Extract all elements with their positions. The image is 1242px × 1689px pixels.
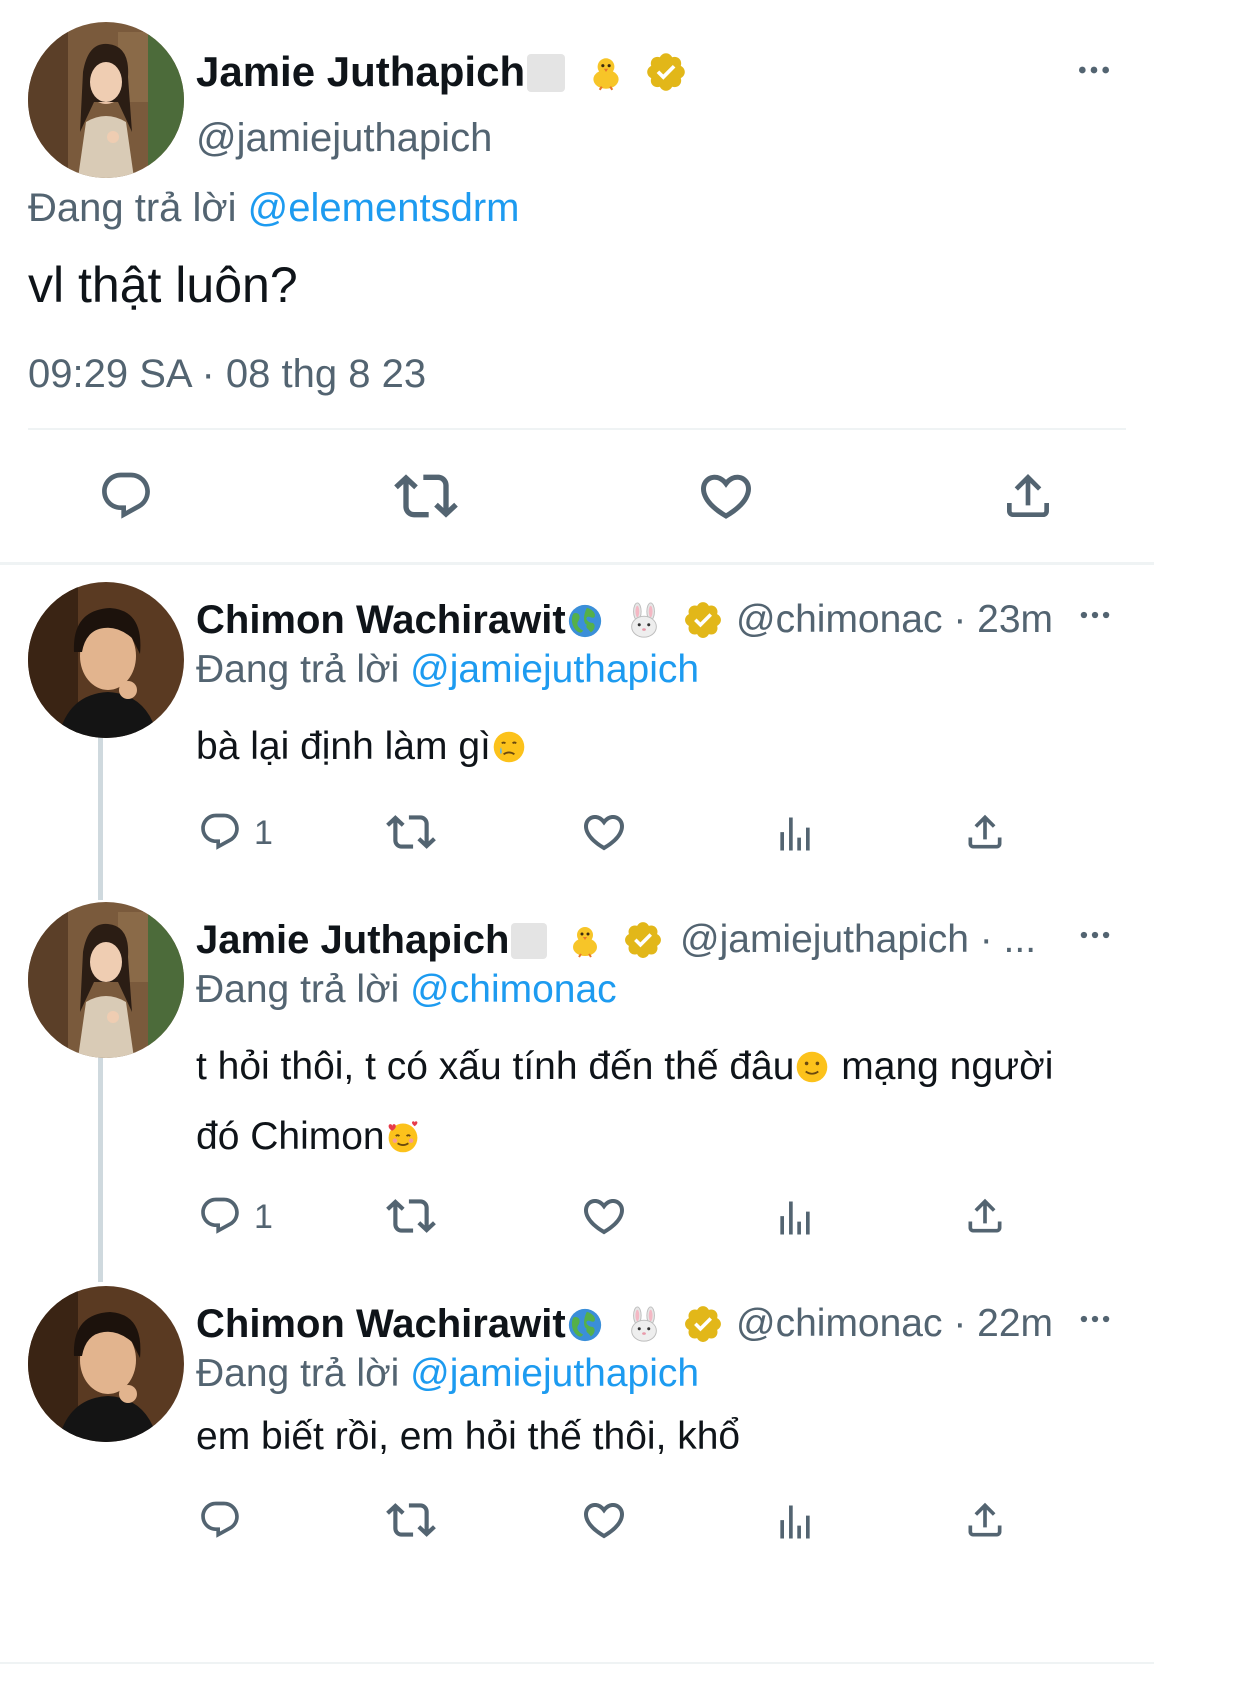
globe-emoji-icon — [566, 602, 604, 640]
like-icon[interactable] — [696, 466, 756, 526]
avatar[interactable] — [28, 582, 184, 738]
retweet-icon[interactable] — [394, 464, 458, 528]
smile-emoji-icon — [794, 1049, 830, 1085]
reply-icon[interactable] — [98, 468, 154, 524]
rabbit-emoji-icon — [625, 602, 663, 640]
thread-line — [98, 1050, 103, 1282]
verified-badge-icon — [682, 1303, 724, 1345]
share-icon[interactable] — [963, 1194, 1007, 1238]
verified-badge-icon — [622, 919, 664, 961]
crying-emoji-icon — [491, 729, 527, 765]
reply-icon[interactable] — [198, 810, 242, 854]
reply-count: 1 — [254, 1198, 273, 1236]
mention-link[interactable]: @jamiejuthapich — [410, 1352, 699, 1395]
views-icon[interactable] — [773, 1500, 817, 1544]
views-icon[interactable] — [773, 1196, 817, 1240]
author-name[interactable]: Jamie Juthapich — [196, 918, 664, 963]
divider — [28, 428, 1126, 430]
verified-badge-icon — [644, 50, 688, 94]
tweet-meta[interactable]: @chimonac · 23m — [736, 598, 1053, 642]
hearts-emoji-icon — [385, 1119, 421, 1155]
avatar[interactable] — [28, 1286, 184, 1442]
more-icon[interactable] — [1074, 50, 1114, 90]
replying-to: Đang trả lời @jamiejuthapich — [196, 648, 700, 691]
reply-icon[interactable] — [198, 1194, 242, 1238]
like-icon[interactable] — [580, 1192, 628, 1240]
author-name[interactable]: Chimon Wachirawit — [196, 598, 724, 643]
replying-to: Đang trả lời @chimonac — [196, 968, 617, 1011]
author-handle[interactable]: @jamiejuthapich — [196, 116, 492, 161]
chick-emoji-icon — [565, 921, 605, 961]
globe-emoji-icon — [566, 1306, 604, 1344]
mention-link[interactable]: @elementsdrm — [248, 186, 520, 230]
mention-link[interactable]: @chimonac — [410, 968, 617, 1011]
share-icon[interactable] — [963, 1498, 1007, 1542]
verified-badge-icon — [682, 599, 724, 641]
avatar[interactable] — [28, 22, 184, 178]
avatar[interactable] — [28, 902, 184, 1058]
tweet-meta[interactable]: @chimonac · 22m — [736, 1302, 1053, 1346]
like-icon[interactable] — [580, 808, 628, 856]
like-icon[interactable] — [580, 1496, 628, 1544]
divider — [0, 562, 1154, 565]
blurred-emoji — [511, 923, 548, 959]
thread-line — [98, 730, 103, 900]
retweet-icon[interactable] — [386, 807, 436, 857]
tweet-text: bà lại định làm gì — [196, 712, 527, 782]
mention-link[interactable]: @jamiejuthapich — [410, 648, 699, 691]
more-icon[interactable] — [1076, 916, 1114, 954]
blurred-emoji — [527, 54, 566, 92]
more-icon[interactable] — [1076, 1300, 1114, 1338]
tweet-text: em biết rồi, em hỏi thế thôi, khổ — [196, 1415, 741, 1458]
author-name[interactable]: Chimon Wachirawit — [196, 1302, 724, 1347]
share-icon[interactable] — [963, 810, 1007, 854]
reply-icon[interactable] — [198, 1498, 242, 1542]
replying-to: Đang trả lời @jamiejuthapich — [196, 1352, 700, 1395]
reply-count: 1 — [254, 814, 273, 852]
chick-emoji-icon — [585, 52, 627, 94]
retweet-icon[interactable] — [386, 1495, 436, 1545]
author-name[interactable]: Jamie Juthapich — [196, 48, 688, 96]
share-icon[interactable] — [1000, 468, 1056, 524]
more-icon[interactable] — [1076, 596, 1114, 634]
retweet-icon[interactable] — [386, 1191, 436, 1241]
tweet-text: vl thật luôn? — [28, 257, 298, 313]
views-icon[interactable] — [773, 812, 817, 856]
tweet-timestamp[interactable]: 09:29 SA · 08 thg 8 23 — [28, 352, 426, 397]
replying-to: Đang trả lời @elementsdrm — [28, 186, 520, 230]
tweet-meta[interactable]: @jamiejuthapich · ... — [680, 918, 1036, 962]
divider — [0, 1662, 1154, 1664]
tweet-text: t hỏi thôi, t có xấu tính đến thế đâu mạ… — [196, 1045, 1054, 1158]
rabbit-emoji-icon — [625, 1306, 663, 1344]
